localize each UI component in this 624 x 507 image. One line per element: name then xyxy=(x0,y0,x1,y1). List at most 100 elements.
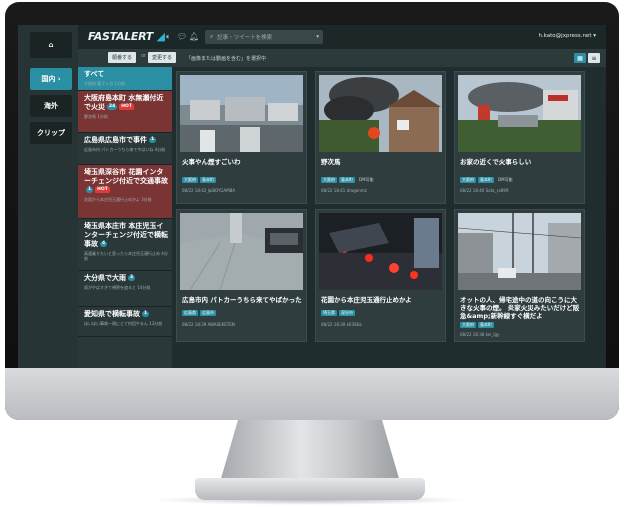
register-button[interactable]: 順番する xyxy=(108,52,137,63)
dm-badge: DM可能 xyxy=(498,177,513,182)
chat-icon[interactable]: 💬︎ xyxy=(177,32,187,41)
count-badge: 1 xyxy=(149,137,157,143)
tag[interactable]: 島本町 xyxy=(478,322,494,328)
user-menu[interactable]: h.kato@jxpress.net ▾ xyxy=(538,33,596,39)
bell-icon[interactable]: 🔔︎ xyxy=(189,32,199,41)
count-badge: 4 xyxy=(100,241,108,247)
search-placeholder: 記事・ツイートを検索 xyxy=(217,35,273,41)
nav-japan-button[interactable]: 国内 › xyxy=(30,68,72,90)
topic-item[interactable]: 埼玉県本庄市 本庄児玉インターチェンジ付近で横転事故 4 高速乗りたいと思ったら本… xyxy=(78,219,172,271)
topic-item[interactable]: 愛知県で横転事故 1 ほいほい事故一現にとて何回やるん 13分前 xyxy=(78,307,172,337)
count-badge: 1 xyxy=(86,187,94,193)
topic-title: 愛知県で横転事故 xyxy=(84,310,140,318)
nav-overseas-button[interactable]: 海外 xyxy=(30,95,72,117)
topic-item-all[interactable]: すべて 大阪府 鹿子ヶ谷 1分前 xyxy=(78,67,172,91)
app-header: FASTALERT ◢ 🔈︎ 💬︎ 🔔︎ ⌕ 記事・ツイートを検索 ▾ h.ka… xyxy=(78,25,606,49)
post-card[interactable]: 広島市内 パトカーうちら来てやばかった 広島県 広島市 08/22 18:39 … xyxy=(176,209,307,342)
topic-title: 広島県広島市で事件 xyxy=(84,136,147,144)
change-button[interactable]: 変更する xyxy=(148,52,177,63)
topic-item[interactable]: 大分県で大雨 3 雨がやばすぎて視界を遮ると 14分前 xyxy=(78,271,172,307)
user-email: h.kato@jxpress.net xyxy=(538,33,592,39)
search-input[interactable]: ⌕ 記事・ツイートを検索 ▾ xyxy=(205,30,323,44)
home-icon[interactable]: ⌂ xyxy=(30,32,72,58)
post-card[interactable]: 野次馬 大阪府 島本町 DM可能 08/22 18:41 dragonmz xyxy=(315,71,446,204)
post-meta: 08/22 18:41 dragonmz xyxy=(321,188,367,193)
tag[interactable]: 広島市 xyxy=(200,310,216,316)
filter-note: 「画像または動画を含む」を選択中 xyxy=(186,56,267,62)
search-icon: ⌕ xyxy=(210,33,214,40)
post-title: オットの人、帰宅途中の道の向こうに大きな火事の煙。 炎家火災みたいだけど阪急&a… xyxy=(460,296,580,320)
post-image xyxy=(180,213,303,290)
nav-clip-button[interactable]: クリップ xyxy=(30,122,72,144)
tag[interactable]: 大阪府 xyxy=(321,177,337,183)
tag[interactable]: 島本町 xyxy=(200,177,216,183)
post-card[interactable]: お家の近くで火事らしい 大阪府 島本町 DM可能 08/22 18:40 Sot… xyxy=(454,71,585,204)
post-title: 広島市内 パトカーうちら来てやばかった xyxy=(182,296,302,304)
hot-badge: HOT xyxy=(119,104,134,110)
monitor-stand-foot xyxy=(195,478,425,500)
monitor: ⌂ 国内 › 海外 クリップ FASTALERT ◢ 🔈︎ 💬︎ 🔔︎ ⌕ 記事… xyxy=(0,0,624,507)
sound-icon[interactable]: 🔈︎ xyxy=(166,32,171,42)
topic-title: 大分県で大雨 xyxy=(84,274,126,282)
tag[interactable]: 深谷市 xyxy=(339,310,355,316)
post-tags: 大阪府 島本町 xyxy=(460,322,494,328)
nav-japan-label: 国内 xyxy=(41,75,56,83)
monitor-stand-neck xyxy=(220,420,400,482)
list-view-icon[interactable]: ≡ xyxy=(588,53,600,63)
topic-title: すべて xyxy=(84,70,105,78)
post-image xyxy=(180,75,303,152)
topic-item[interactable]: 埼玉県深谷市 花園インターチェンジ付近で交通事故 1 HOT 花園から本庄児玉通行止… xyxy=(78,165,172,219)
hot-badge: HOT xyxy=(95,187,110,193)
post-image xyxy=(458,75,581,152)
post-tags: 大阪府 島本町 DM可能 xyxy=(460,177,513,183)
grid-view-icon[interactable]: ▦ xyxy=(574,53,586,63)
post-tags: 埼玉県 深谷市 xyxy=(321,310,355,316)
tag[interactable]: 大阪府 xyxy=(182,177,198,183)
post-image xyxy=(319,213,442,290)
post-card[interactable]: 火事やん煙すごいわ 大阪府 島本町 08/22 18:42 JaiBOYGAMB… xyxy=(176,71,307,204)
app-screen: ⌂ 国内 › 海外 クリップ FASTALERT ◢ 🔈︎ 💬︎ 🔔︎ ⌕ 記事… xyxy=(18,25,606,368)
tag[interactable]: 大阪府 xyxy=(460,177,476,183)
count-badge: 1 xyxy=(142,311,150,317)
post-image xyxy=(458,213,581,290)
post-meta: 08/22 18:42 JaiBOYGAMBA xyxy=(182,188,236,193)
chevron-down-icon[interactable]: ▾ xyxy=(316,34,319,40)
monitor-chin xyxy=(5,368,619,420)
topic-title: 埼玉県深谷市 花園インターチェンジ付近で交通事故 xyxy=(84,168,168,185)
tag[interactable]: 大阪府 xyxy=(460,322,476,328)
app-logo[interactable]: FASTALERT ◢ xyxy=(88,30,165,43)
tag[interactable]: 広島県 xyxy=(182,310,198,316)
post-tags: 広島県 広島市 xyxy=(182,310,216,316)
logo-mark-icon: ◢ xyxy=(156,30,165,43)
post-tags: 大阪府 島本町 xyxy=(182,177,216,183)
topic-meta: ほいほい事故一現にとて何回やるん 13分前 xyxy=(84,321,163,326)
left-nav: ⌂ 国内 › 海外 クリップ xyxy=(18,25,78,368)
topic-title: 埼玉県本庄市 本庄児玉インターチェンジ付近で横転事故 xyxy=(84,222,168,248)
topic-meta: 高速乗りたいと思ったら本庄児玉通行止め 4分前 xyxy=(84,251,168,261)
post-image xyxy=(319,75,442,152)
post-title: 火事やん煙すごいわ xyxy=(182,158,241,166)
topic-meta: 雨がやばすぎて視界を遮ると 14分前 xyxy=(84,285,151,290)
dm-badge: DM可能 xyxy=(359,177,374,182)
post-title: 野次馬 xyxy=(321,158,341,166)
post-meta: 08/22 18:39 AWASEKETEN xyxy=(182,322,235,327)
tag[interactable]: 埼玉県 xyxy=(321,310,337,316)
topic-meta: 広島市内 パトカーうちら来てやばいね 4分前 xyxy=(84,147,166,152)
topic-item[interactable]: 大阪府島本町 水無瀬付近で火災 24 HOT 野次馬 1分前 xyxy=(78,91,172,133)
post-tags: 大阪府 島本町 DM可能 xyxy=(321,177,374,183)
logo-text: FASTALERT xyxy=(88,30,153,43)
topic-item[interactable]: 広島県広島市で事件 1 広島市内 パトカーうちら来てやばいね 4分前 xyxy=(78,133,172,165)
topic-list: すべて 大阪府 鹿子ヶ谷 1分前 大阪府島本町 水無瀬付近で火災 24 HOT 野次… xyxy=(78,67,172,368)
post-title: 花園から本庄児玉通行止めかよ xyxy=(321,296,412,304)
tag[interactable]: 島本町 xyxy=(478,177,494,183)
topic-meta: 花園から本庄児玉通行止めかよ 3分前 xyxy=(84,197,152,202)
post-meta: 08/22 18:39 k03S6a xyxy=(321,322,362,327)
post-meta: 08/22 18:40 Sota_cs899 xyxy=(460,188,509,193)
topic-meta: 大阪府 鹿子ヶ谷 1分前 xyxy=(84,81,126,86)
post-title: お家の近くで火事らしい xyxy=(460,158,532,166)
post-card[interactable]: 花園から本庄児玉通行止めかよ 埼玉県 深谷市 08/22 18:39 k03S6… xyxy=(315,209,446,342)
topic-meta: 野次馬 1分前 xyxy=(84,114,108,119)
count-badge: 3 xyxy=(128,275,136,281)
tag[interactable]: 島本町 xyxy=(339,177,355,183)
post-card[interactable]: オットの人、帰宅途中の道の向こうに大きな火事の煙。 炎家火災みたいだけど阪急&a… xyxy=(454,209,585,342)
